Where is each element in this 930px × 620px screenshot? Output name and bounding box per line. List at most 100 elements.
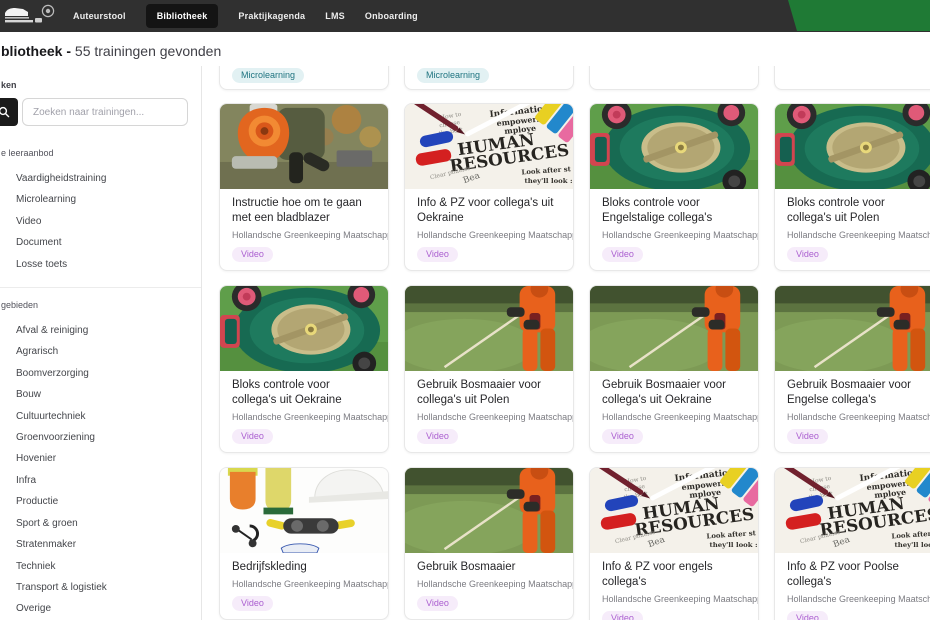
sidebar-divider	[0, 287, 201, 288]
sidebar-section-heading: e leeraanbod	[1, 148, 201, 158]
training-type-badge: Microlearning	[232, 68, 304, 83]
training-organization: Hollandsche Greenkeeping Maatschappij	[232, 411, 376, 423]
training-type-badge: Video	[232, 247, 273, 262]
training-card-bloks-controle-voor-collega-s-uit-oekraine[interactable]: Bloks controle voor collega's uit Oekrai…	[219, 285, 389, 453]
training-card-body: Instructie hoe om te gaan met een bladbl…	[220, 189, 388, 270]
bosmaaier-thumbnail	[775, 286, 930, 371]
training-title: Instructie hoe om te gaan met een bladbl…	[232, 196, 376, 226]
sidebar-filter-bouw[interactable]: Bouw	[0, 384, 201, 405]
training-organization: Hollandsche Greenkeeping Maatschappij	[787, 593, 930, 605]
page-title-bold: bliotheek -	[1, 43, 71, 59]
sidebar-section-heading: gebieden	[1, 300, 201, 310]
sidebar-filter-microlearning[interactable]: Microlearning	[0, 189, 201, 210]
training-organization: Hollandsche Greenkeeping Maatschappij	[232, 578, 376, 590]
sidebar-filter-afval-reiniging[interactable]: Afval & reiniging	[0, 320, 201, 341]
training-card-body: Gebruik Bosmaaier voor collega's uit Pol…	[405, 371, 573, 452]
training-card-bedrijfskleding[interactable]: Bedrijfskleding Hollandsche Greenkeeping…	[219, 467, 389, 620]
training-type-badge: Video	[232, 429, 273, 444]
results-grid: Microlearning Microlearning Instructie ho…	[219, 0, 930, 620]
training-title: Info & PZ voor Poolse collega's	[787, 560, 930, 590]
training-type-badge: Video	[417, 429, 458, 444]
search-section-heading: ken	[1, 80, 201, 90]
sidebar-filter-cultuurtechniek[interactable]: Cultuurtechniek	[0, 406, 201, 427]
hr-thumbnail: How tochoosethe best Information empower…	[405, 104, 573, 189]
library-page: Microlearning Microlearning Instructie ho…	[0, 0, 930, 620]
training-title: Bloks controle voor Engelstalige collega…	[602, 196, 746, 226]
training-card-body: Info & PZ voor collega's uit Oekraine Ho…	[405, 189, 573, 270]
training-card-body: Gebruik Bosmaaier Hollandsche Greenkeepi…	[405, 553, 573, 619]
sidebar-filter-overige[interactable]: Overige	[0, 598, 201, 619]
training-card-info-pz-voor-poolse-collega-s[interactable]: How tochoosethe best Information empower…	[774, 467, 930, 620]
training-card-gebruik-bosmaaier-voor-engelse-collega-s[interactable]: Gebruik Bosmaaier voor Engelse collega's…	[774, 285, 930, 453]
training-card-gebruik-bosmaaier[interactable]: Gebruik Bosmaaier Hollandsche Greenkeepi…	[404, 467, 574, 620]
training-card-body: Bloks controle voor collega's uit Polen …	[775, 189, 930, 270]
training-card-info-pz-voor-engels-collega-s[interactable]: How tochoosethe best Information empower…	[589, 467, 759, 620]
sidebar-filter-productie[interactable]: Productie	[0, 491, 201, 512]
training-card-instructie-hoe-om-te-gaan-met-een-bladblazer[interactable]: Instructie hoe om te gaan met een bladbl…	[219, 103, 389, 271]
sidebar-filter-list: VaardigheidstrainingMicrolearningVideoDo…	[0, 168, 201, 275]
training-type-badge: Video	[602, 429, 643, 444]
training-card-bloks-controle-voor-collega-s-uit-polen[interactable]: Bloks controle voor collega's uit Polen …	[774, 103, 930, 271]
training-card-body: Bedrijfskleding Hollandsche Greenkeeping…	[220, 553, 388, 619]
training-card-body: Info & PZ voor Poolse collega's Hollands…	[775, 553, 930, 620]
training-card-body: Bloks controle voor Engelstalige collega…	[590, 189, 758, 270]
bladblazer-thumbnail	[220, 104, 388, 189]
training-type-badge: Video	[417, 247, 458, 262]
nav-tab-lms[interactable]: LMS	[325, 11, 345, 21]
sidebar-filter-stratenmaker[interactable]: Stratenmaker	[0, 534, 201, 555]
sidebar-filter-techniek[interactable]: Techniek	[0, 556, 201, 577]
sidebar-filter-hovenier[interactable]: Hovenier	[0, 448, 201, 469]
hr-thumbnail: How tochoosethe best Information empower…	[590, 468, 758, 553]
training-title: Bloks controle voor collega's uit Oekrai…	[232, 378, 376, 408]
sidebar-filter-list: Afval & reinigingAgrarischBoomverzorging…	[0, 320, 201, 620]
training-title: Bloks controle voor collega's uit Polen	[787, 196, 930, 226]
training-organization: Hollandsche Greenkeeping Maatschappij	[602, 411, 746, 423]
training-card-body: Gebruik Bosmaaier voor Engelse collega's…	[775, 371, 930, 452]
training-organization: Hollandsche Greenkeeping Maatschappij	[602, 229, 746, 241]
sidebar-filter-transport-logistiek[interactable]: Transport & logistiek	[0, 577, 201, 598]
sidebar-filter-losse-toets[interactable]: Losse toets	[0, 254, 201, 275]
nav-tab-praktijkagenda[interactable]: Praktijkagenda	[238, 11, 305, 21]
training-card-body: Bloks controle voor collega's uit Oekrai…	[220, 371, 388, 452]
sidebar-sections: e leeraanbod VaardigheidstrainingMicrolea…	[0, 148, 201, 620]
sidebar-filter-video[interactable]: Video	[0, 211, 201, 232]
search-button[interactable]	[0, 98, 18, 126]
training-card-gebruik-bosmaaier-voor-collega-s-uit-polen[interactable]: Gebruik Bosmaaier voor collega's uit Pol…	[404, 285, 574, 453]
nav-tab-onboarding[interactable]: Onboarding	[365, 11, 418, 21]
nav-tab-auteurstool[interactable]: Auteurstool	[73, 11, 126, 21]
green-corner-accent	[788, 0, 930, 31]
sidebar-filter-infra[interactable]: Infra	[0, 470, 201, 491]
training-card-gebruik-bosmaaier-voor-collega-s-uit-oekraine[interactable]: Gebruik Bosmaaier voor collega's uit Oek…	[589, 285, 759, 453]
training-card-info-pz-voor-collega-s-uit-oekraine[interactable]: How tochoosethe best Information empower…	[404, 103, 574, 271]
mower-thumbnail	[590, 104, 758, 189]
training-organization: Hollandsche Greenkeeping Maatschappij	[787, 229, 930, 241]
sidebar-filter-agrarisch[interactable]: Agrarisch	[0, 341, 201, 362]
training-organization: Hollandsche Greenkeeping Maatschappij	[787, 411, 930, 423]
training-organization: Hollandsche Greenkeeping Maatschappij	[602, 593, 746, 605]
training-card-bloks-controle-voor-engelstalige-collega-s[interactable]: Bloks controle voor Engelstalige collega…	[589, 103, 759, 271]
bosmaaier-thumbnail	[405, 286, 573, 371]
training-type-badge: Video	[787, 429, 828, 444]
sidebar-filter-groenvoorziening[interactable]: Groenvoorziening	[0, 427, 201, 448]
training-card-body: Gebruik Bosmaaier voor collega's uit Oek…	[590, 371, 758, 452]
svg-text:they'll look :: they'll look :	[895, 541, 930, 549]
svg-text:they'll look :: they'll look :	[710, 541, 758, 549]
training-title: Gebruik Bosmaaier voor Engelse collega's	[787, 378, 930, 408]
training-organization: Hollandsche Greenkeeping Maatschappij	[417, 229, 561, 241]
training-type-badge: Video	[787, 611, 828, 620]
training-organization: Hollandsche Greenkeeping Maatschappij	[417, 411, 561, 423]
training-type-badge: Video	[602, 247, 643, 262]
sidebar-filter-document[interactable]: Document	[0, 232, 201, 253]
sidebar-filter-vaardigheidstraining[interactable]: Vaardigheidstraining	[0, 168, 201, 189]
sidebar-filter-boomverzorging[interactable]: Boomverzorging	[0, 363, 201, 384]
search-input[interactable]	[22, 98, 188, 126]
training-card-body: Info & PZ voor engels collega's Hollands…	[590, 553, 758, 620]
training-title: Bedrijfskleding	[232, 560, 376, 575]
training-type-badge: Video	[787, 247, 828, 262]
training-type-badge: Microlearning	[417, 68, 489, 83]
sidebar-filter-sport-groen[interactable]: Sport & groen	[0, 513, 201, 534]
nav-tab-bibliotheek[interactable]: Bibliotheek	[146, 4, 219, 28]
company-logo[interactable]	[2, 3, 60, 34]
nav-tabs: Auteurstool Bibliotheek Praktijkagenda LMS O…	[73, 0, 418, 32]
search-row	[0, 98, 201, 126]
